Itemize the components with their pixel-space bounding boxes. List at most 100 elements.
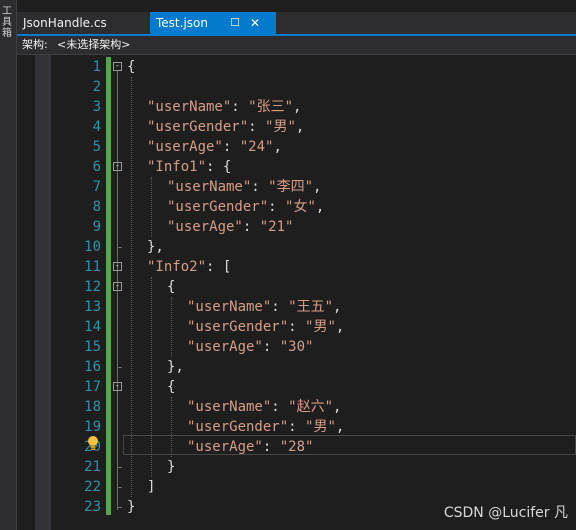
code-line[interactable]: }	[127, 497, 135, 517]
indent-guide	[151, 177, 152, 237]
collapse-toggle[interactable]: -	[113, 262, 122, 271]
json-key: "userName"	[167, 179, 252, 195]
schema-dropdown[interactable]: <未选择架构>	[57, 36, 130, 54]
fold-end-marker	[117, 507, 122, 508]
line-number: 1	[92, 59, 101, 75]
code-editor[interactable]: 1234567891011121314151617181920212223 {"…	[17, 55, 576, 530]
close-bracket: },	[147, 239, 164, 255]
open-bracket: [	[222, 259, 232, 275]
line-number: 10	[84, 239, 101, 255]
tab-test-json[interactable]: Test.json ☐ ✕	[150, 12, 276, 34]
line-number-gutter: 1234567891011121314151617181920212223	[51, 55, 105, 530]
code-line[interactable]: {	[167, 277, 175, 297]
colon-separator: :	[222, 139, 240, 155]
comma: ,	[333, 399, 342, 415]
colon-separator: :	[262, 339, 280, 355]
collapse-toggle[interactable]: -	[113, 162, 122, 171]
code-line[interactable]: "Info2": [	[147, 257, 231, 277]
indent-guide	[171, 297, 172, 357]
line-number: 4	[92, 119, 101, 135]
line-number: 23	[84, 499, 101, 515]
schema-label: 架构:	[22, 38, 48, 51]
indent-guide	[171, 397, 172, 457]
collapse-toggle[interactable]: -	[113, 62, 122, 71]
close-icon[interactable]: ✕	[250, 12, 260, 34]
json-value: "24"	[239, 139, 274, 155]
code-line[interactable]: "userAge": "21"	[167, 217, 293, 237]
close-bracket: ]	[147, 479, 156, 495]
line-number: 6	[92, 159, 101, 175]
schema-bar: 架构: <未选择架构>	[17, 36, 576, 55]
watermark: CSDN @Lucifer 凡	[443, 505, 568, 521]
code-line[interactable]: }	[167, 457, 175, 477]
collapse-toggle[interactable]: -	[113, 282, 122, 291]
json-key: "userGender"	[167, 199, 269, 215]
change-tracking-bar	[106, 57, 111, 515]
toolbox-strip[interactable]: 工具箱	[0, 0, 17, 530]
colon-separator: :	[242, 219, 260, 235]
tab-jsonhandle[interactable]: JsonHandle.cs	[17, 12, 147, 34]
code-line[interactable]: {	[127, 57, 135, 77]
code-line[interactable]: "userGender": "男",	[187, 317, 344, 337]
colon-separator: :	[288, 319, 306, 335]
code-line[interactable]: "userGender": "男",	[187, 417, 344, 437]
close-bracket: }	[167, 459, 176, 475]
json-key: "userGender"	[187, 319, 289, 335]
line-number: 21	[84, 459, 101, 475]
fold-end-marker	[117, 467, 122, 468]
colon-separator: :	[251, 179, 269, 195]
code-line[interactable]: "userName": "张三",	[147, 97, 301, 117]
fold-end-marker	[117, 247, 122, 248]
comma: ,	[295, 119, 305, 135]
code-line[interactable]: "userName": "王五",	[187, 297, 341, 317]
colon-separator: :	[271, 299, 289, 315]
toolbox-label[interactable]: 工具箱	[0, 6, 14, 39]
open-bracket: {	[127, 59, 136, 75]
line-number: 22	[84, 479, 101, 495]
code-line[interactable]: "Info1": {	[147, 157, 231, 177]
json-key: "userAge"	[187, 339, 263, 355]
json-key: "userName"	[147, 99, 232, 115]
comma: ,	[313, 179, 322, 195]
line-number: 3	[92, 99, 101, 115]
code-line[interactable]: "userAge": "30"	[187, 337, 313, 357]
comma: ,	[335, 419, 345, 435]
line-number: 8	[92, 199, 101, 215]
collapse-toggle[interactable]: -	[113, 382, 122, 391]
line-number: 17	[84, 379, 101, 395]
code-line[interactable]: "userName": "李四",	[167, 177, 321, 197]
tab-label: Test.json	[156, 16, 208, 30]
json-value: "李四"	[268, 179, 314, 195]
json-key: "userAge"	[147, 139, 223, 155]
json-value: "30"	[279, 339, 314, 355]
close-bracket: }	[127, 499, 136, 515]
json-value: "赵六"	[288, 399, 334, 415]
code-line[interactable]: {	[167, 377, 175, 397]
json-value: "男"	[305, 319, 336, 335]
code-line[interactable]: "userGender": "男",	[147, 117, 304, 137]
code-line[interactable]: "userAge": "28"	[187, 437, 313, 457]
code-line[interactable]: "userGender": "女",	[167, 197, 324, 217]
pin-icon[interactable]: ☐	[230, 12, 240, 34]
line-number: 13	[84, 299, 101, 315]
colon-separator: :	[262, 439, 280, 455]
tab-label: JsonHandle.cs	[23, 16, 107, 30]
code-line[interactable]: },	[167, 357, 184, 377]
fold-end-marker	[117, 367, 122, 368]
line-number: 16	[84, 359, 101, 375]
json-key: "userAge"	[187, 439, 263, 455]
open-bracket: {	[167, 379, 176, 395]
code-line[interactable]: },	[147, 237, 164, 257]
json-key: "userGender"	[147, 119, 249, 135]
code-line[interactable]: "userAge": "24",	[147, 137, 282, 157]
lightbulb-icon[interactable]	[86, 435, 100, 451]
json-value: "王五"	[288, 299, 334, 315]
json-value: "21"	[259, 219, 294, 235]
line-number: 12	[84, 279, 101, 295]
code-line[interactable]: "userName": "赵六",	[187, 397, 341, 417]
indent-guide	[131, 77, 132, 497]
comma: ,	[333, 299, 342, 315]
json-value: "男"	[265, 119, 296, 135]
json-value: "女"	[285, 199, 316, 215]
code-line[interactable]: ]	[147, 477, 155, 497]
